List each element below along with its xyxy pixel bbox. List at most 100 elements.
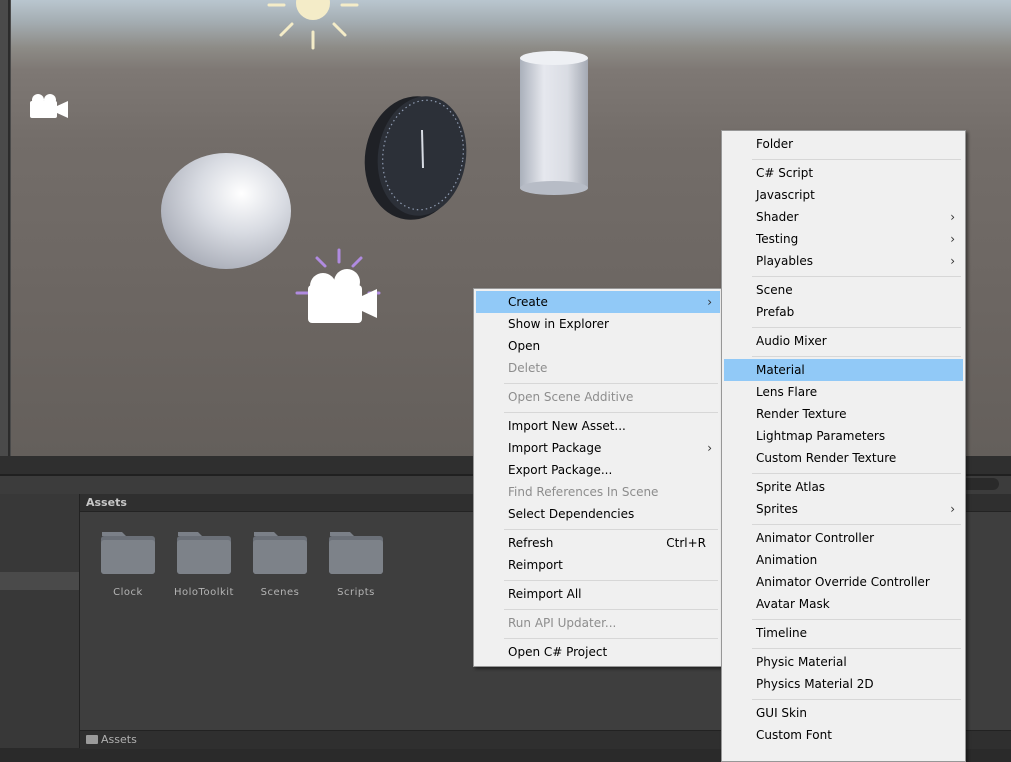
menu-item-label: GUI Skin: [756, 706, 807, 720]
menu-item-label: Run API Updater...: [508, 616, 617, 630]
menu-item-label: Select Dependencies: [508, 507, 635, 521]
folder-icon: [101, 532, 155, 574]
menu-item-create[interactable]: Create ›: [476, 291, 720, 313]
menu-item-material[interactable]: Material: [724, 359, 963, 381]
folder-item[interactable]: Clock: [80, 530, 156, 600]
menu-item-render-texture[interactable]: Render Texture: [724, 403, 963, 425]
menu-item-label: Delete: [508, 361, 548, 375]
menu-item-sprite-atlas[interactable]: Sprite Atlas: [724, 476, 963, 498]
menu-separator: [752, 159, 961, 160]
menu-item-open-scene-additive[interactable]: Open Scene Additive: [476, 386, 720, 408]
menu-item-run-api-updater[interactable]: Run API Updater...: [476, 612, 720, 634]
menu-item-shader[interactable]: Shader ›: [724, 206, 963, 228]
menu-item-select-dependencies[interactable]: Select Dependencies: [476, 503, 720, 525]
menu-item-label: Animation: [756, 553, 818, 567]
folder-icon: [253, 532, 307, 574]
menu-item-avatar-mask[interactable]: Avatar Mask: [724, 593, 963, 615]
menu-item-lens-flare[interactable]: Lens Flare: [724, 381, 963, 403]
project-tree-panel: [0, 494, 80, 748]
sun-icon[interactable]: [267, 0, 359, 50]
folder-item[interactable]: Scenes: [232, 530, 308, 600]
menu-item-reimport[interactable]: Reimport: [476, 554, 720, 576]
folder-label: Scripts: [337, 587, 375, 598]
menu-item-label: Material: [756, 363, 805, 377]
menu-item-label: Animator Controller: [756, 531, 875, 545]
sphere-object[interactable]: [161, 153, 291, 269]
menu-item-gui-skin[interactable]: GUI Skin: [724, 702, 963, 724]
menu-item-label: Create: [508, 295, 548, 309]
menu-item-find-references[interactable]: Find References In Scene: [476, 481, 720, 503]
menu-item-label: Folder: [756, 137, 794, 151]
menu-item-csharp-script[interactable]: C# Script: [724, 162, 963, 184]
menu-item-label: Animator Override Controller: [756, 575, 930, 589]
breadcrumb-label[interactable]: Assets: [101, 731, 137, 749]
menu-separator: [504, 383, 718, 384]
menu-item-audio-mixer[interactable]: Audio Mixer: [724, 330, 963, 352]
menu-item-label: Javascript: [756, 188, 815, 202]
menu-item-delete[interactable]: Delete: [476, 357, 720, 379]
menu-separator: [752, 473, 961, 474]
menu-item-label: Timeline: [756, 626, 808, 640]
menu-item-animation[interactable]: Animation: [724, 549, 963, 571]
menu-item-import-new-asset[interactable]: Import New Asset...: [476, 415, 720, 437]
menu-separator: [752, 699, 961, 700]
chevron-right-icon: ›: [707, 295, 712, 309]
menu-separator: [504, 638, 718, 639]
menu-item-label: Open C# Project: [508, 645, 608, 659]
menu-item-lightmap-parameters[interactable]: Lightmap Parameters: [724, 425, 963, 447]
folder-item[interactable]: Scripts: [308, 530, 384, 600]
menu-item-label: Lightmap Parameters: [756, 429, 886, 443]
chevron-right-icon: ›: [950, 232, 955, 246]
menu-item-physic-material[interactable]: Physic Material: [724, 651, 963, 673]
menu-item-import-package[interactable]: Import Package ›: [476, 437, 720, 459]
folder-icon: [86, 735, 98, 744]
menu-item-testing[interactable]: Testing ›: [724, 228, 963, 250]
menu-item-timeline[interactable]: Timeline: [724, 622, 963, 644]
menu-separator: [752, 648, 961, 649]
chevron-right-icon: ›: [950, 210, 955, 224]
menu-item-label: Sprite Atlas: [756, 480, 826, 494]
menu-item-label: Physic Material: [756, 655, 847, 669]
menu-item-custom-font[interactable]: Custom Font: [724, 724, 963, 746]
menu-item-show-in-explorer[interactable]: Show in Explorer: [476, 313, 720, 335]
menu-separator: [752, 276, 961, 277]
menu-item-custom-render-texture[interactable]: Custom Render Texture: [724, 447, 963, 469]
camera-icon[interactable]: [30, 94, 68, 118]
menu-item-label: Shader: [756, 210, 799, 224]
menu-item-label: Refresh: [508, 536, 554, 550]
menu-item-label: Playables: [756, 254, 813, 268]
menu-item-open[interactable]: Open: [476, 335, 720, 357]
menu-separator: [752, 524, 961, 525]
shortcut-label: Ctrl+R: [666, 536, 706, 550]
folder-item[interactable]: HoloToolkit: [156, 530, 233, 600]
menu-separator: [504, 529, 718, 530]
menu-item-javascript[interactable]: Javascript: [724, 184, 963, 206]
menu-item-sprites[interactable]: Sprites ›: [724, 498, 963, 520]
menu-item-reimport-all[interactable]: Reimport All: [476, 583, 720, 605]
menu-item-folder[interactable]: Folder: [724, 133, 963, 155]
menu-item-label: Export Package...: [508, 463, 613, 477]
create-submenu: Folder C# Script Javascript Shader › Tes…: [721, 130, 966, 762]
menu-item-label: Custom Render Texture: [756, 451, 897, 465]
chevron-right-icon: ›: [707, 441, 712, 455]
clock-object[interactable]: [357, 90, 474, 226]
menu-item-physics-material-2d[interactable]: Physics Material 2D: [724, 673, 963, 695]
menu-separator: [752, 619, 961, 620]
menu-item-export-package[interactable]: Export Package...: [476, 459, 720, 481]
menu-item-label: Reimport All: [508, 587, 582, 601]
menu-item-open-csharp-project[interactable]: Open C# Project: [476, 641, 720, 663]
tree-selected-row[interactable]: [0, 572, 79, 590]
menu-item-scene[interactable]: Scene: [724, 279, 963, 301]
menu-separator: [752, 327, 961, 328]
menu-item-animator-controller[interactable]: Animator Controller: [724, 527, 963, 549]
menu-item-refresh[interactable]: Refresh Ctrl+R: [476, 532, 720, 554]
menu-item-label: Find References In Scene: [508, 485, 659, 499]
camera-gizmo-icon[interactable]: [295, 248, 381, 323]
menu-item-playables[interactable]: Playables ›: [724, 250, 963, 272]
menu-item-prefab[interactable]: Prefab: [724, 301, 963, 323]
cylinder-object[interactable]: [520, 51, 588, 195]
menu-item-animator-override-controller[interactable]: Animator Override Controller: [724, 571, 963, 593]
menu-item-label: Prefab: [756, 305, 795, 319]
menu-separator: [752, 356, 961, 357]
menu-item-label: Import Package: [508, 441, 602, 455]
